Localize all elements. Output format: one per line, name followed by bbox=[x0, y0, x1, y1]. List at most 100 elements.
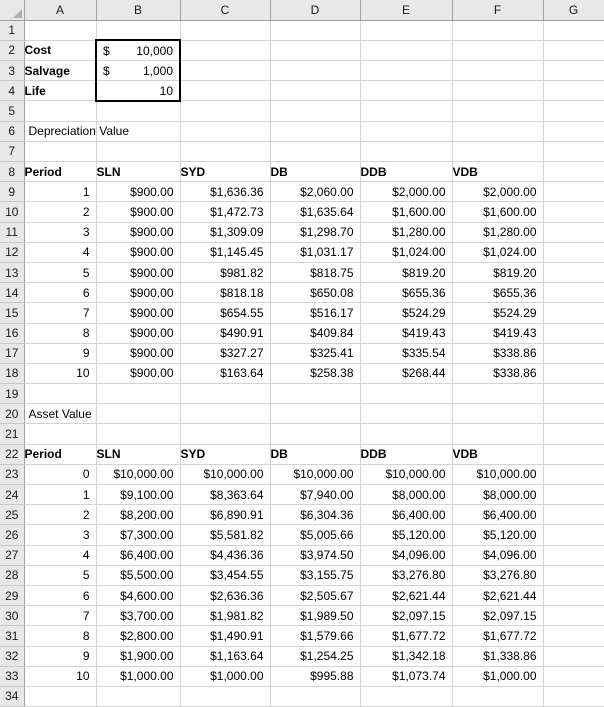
cell-A26[interactable]: 3 bbox=[24, 524, 97, 546]
cell-F3[interactable] bbox=[452, 60, 544, 82]
row-header-2[interactable]: 2 bbox=[0, 40, 25, 62]
cell-F20[interactable] bbox=[452, 403, 544, 425]
cell-D6[interactable] bbox=[270, 121, 361, 142]
cell-E17[interactable]: $335.54 bbox=[360, 343, 453, 364]
cell-A23[interactable]: 0 bbox=[24, 464, 97, 486]
column-header-a[interactable]: A bbox=[24, 0, 97, 21]
cell-E27[interactable]: $4,096.00 bbox=[360, 545, 453, 566]
cell-C12[interactable]: $1,145.45 bbox=[180, 242, 271, 263]
cell-G3[interactable] bbox=[543, 60, 604, 82]
cell-E32[interactable]: $1,342.18 bbox=[360, 646, 453, 667]
cell-C6[interactable] bbox=[180, 121, 271, 142]
cell-G16[interactable] bbox=[543, 323, 604, 344]
cell-E15[interactable]: $524.29 bbox=[360, 302, 453, 324]
cell-F21[interactable] bbox=[452, 423, 544, 445]
cell-G32[interactable] bbox=[543, 646, 604, 667]
cell-C1[interactable] bbox=[180, 20, 271, 41]
cell-B29[interactable]: $4,600.00 bbox=[96, 585, 181, 607]
cell-G10[interactable] bbox=[543, 201, 604, 223]
cell-G34[interactable] bbox=[543, 686, 604, 707]
cell-B12[interactable]: $900.00 bbox=[96, 242, 181, 263]
cell-B15[interactable]: $900.00 bbox=[96, 302, 181, 324]
row-header-8[interactable]: 8 bbox=[0, 161, 25, 183]
cell-B28[interactable]: $5,500.00 bbox=[96, 565, 181, 586]
cell-E19[interactable] bbox=[360, 383, 453, 405]
cell-A21[interactable] bbox=[24, 423, 97, 445]
cell-C31[interactable]: $1,490.91 bbox=[180, 625, 271, 647]
row-header-18[interactable]: 18 bbox=[0, 363, 25, 385]
cell-C16[interactable]: $490.91 bbox=[180, 323, 271, 344]
cell-C10[interactable]: $1,472.73 bbox=[180, 201, 271, 223]
row-header-14[interactable]: 14 bbox=[0, 282, 25, 304]
cell-D11[interactable]: $1,298.70 bbox=[270, 222, 361, 243]
cell-C34[interactable] bbox=[180, 686, 271, 707]
cell-F16[interactable]: $419.43 bbox=[452, 323, 544, 344]
cell-G6[interactable] bbox=[543, 121, 604, 142]
cell-G12[interactable] bbox=[543, 242, 604, 263]
cell-E34[interactable] bbox=[360, 686, 453, 707]
cell-A14[interactable]: 6 bbox=[24, 282, 97, 304]
cell-G2[interactable] bbox=[543, 40, 604, 62]
cell-F11[interactable]: $1,280.00 bbox=[452, 222, 544, 243]
cell-C30[interactable]: $1,981.82 bbox=[180, 605, 271, 627]
cell-G5[interactable] bbox=[543, 100, 604, 122]
cell-B26[interactable]: $7,300.00 bbox=[96, 524, 181, 546]
cell-D34[interactable] bbox=[270, 686, 361, 707]
cell-G17[interactable] bbox=[543, 343, 604, 364]
cell-G11[interactable] bbox=[543, 222, 604, 243]
row-header-5[interactable]: 5 bbox=[0, 100, 25, 122]
cell-F15[interactable]: $524.29 bbox=[452, 302, 544, 324]
cell-B16[interactable]: $900.00 bbox=[96, 323, 181, 344]
cell-A13[interactable]: 5 bbox=[24, 262, 97, 284]
row-header-30[interactable]: 30 bbox=[0, 605, 25, 627]
cell-C23[interactable]: $10,000.00 bbox=[180, 464, 271, 486]
cell-G31[interactable] bbox=[543, 625, 604, 647]
cell-E2[interactable] bbox=[360, 40, 453, 62]
cell-B17[interactable]: $900.00 bbox=[96, 343, 181, 364]
cell-G28[interactable] bbox=[543, 565, 604, 586]
cell-B25[interactable]: $8,200.00 bbox=[96, 504, 181, 526]
cell-D12[interactable]: $1,031.17 bbox=[270, 242, 361, 263]
cell-G24[interactable] bbox=[543, 484, 604, 506]
row-header-29[interactable]: 29 bbox=[0, 585, 25, 607]
cell-F5[interactable] bbox=[452, 100, 544, 122]
cell-F13[interactable]: $819.20 bbox=[452, 262, 544, 284]
cell-G1[interactable] bbox=[543, 20, 604, 41]
cell-E9[interactable]: $2,000.00 bbox=[360, 181, 453, 203]
cell-D3[interactable] bbox=[270, 60, 361, 82]
cell-F34[interactable] bbox=[452, 686, 544, 707]
row-header-25[interactable]: 25 bbox=[0, 504, 25, 526]
cell-C29[interactable]: $2,636.36 bbox=[180, 585, 271, 607]
cell-D14[interactable]: $650.08 bbox=[270, 282, 361, 304]
cell-B7[interactable] bbox=[96, 141, 181, 163]
column-header-c[interactable]: C bbox=[180, 0, 271, 21]
cell-A32[interactable]: 9 bbox=[24, 646, 97, 667]
cell-A22[interactable]: Period bbox=[24, 444, 97, 465]
cell-D18[interactable]: $258.38 bbox=[270, 363, 361, 385]
cell-D10[interactable]: $1,635.64 bbox=[270, 201, 361, 223]
cell-D24[interactable]: $7,940.00 bbox=[270, 484, 361, 506]
cell-C33[interactable]: $1,000.00 bbox=[180, 666, 271, 687]
cell-D23[interactable]: $10,000.00 bbox=[270, 464, 361, 486]
row-header-6[interactable]: 6 bbox=[0, 121, 25, 142]
cell-E13[interactable]: $819.20 bbox=[360, 262, 453, 284]
cell-D15[interactable]: $516.17 bbox=[270, 302, 361, 324]
cell-F18[interactable]: $338.86 bbox=[452, 363, 544, 385]
cell-C25[interactable]: $6,890.91 bbox=[180, 504, 271, 526]
row-header-1[interactable]: 1 bbox=[0, 20, 25, 41]
cell-B22[interactable]: SLN bbox=[96, 444, 181, 465]
cell-E21[interactable] bbox=[360, 423, 453, 445]
cell-D9[interactable]: $2,060.00 bbox=[270, 181, 361, 203]
row-header-11[interactable]: 11 bbox=[0, 222, 25, 243]
cell-F31[interactable]: $1,677.72 bbox=[452, 625, 544, 647]
cell-C27[interactable]: $4,436.36 bbox=[180, 545, 271, 566]
cell-B1[interactable] bbox=[96, 20, 181, 41]
cell-A10[interactable]: 2 bbox=[24, 201, 97, 223]
cell-C5[interactable] bbox=[180, 100, 271, 122]
cell-D22[interactable]: DB bbox=[270, 444, 361, 465]
cell-C3[interactable] bbox=[180, 60, 271, 82]
cell-D1[interactable] bbox=[270, 20, 361, 41]
cell-A3[interactable]: Salvage bbox=[24, 60, 97, 82]
cell-A1[interactable] bbox=[24, 20, 97, 41]
cell-E26[interactable]: $5,120.00 bbox=[360, 524, 453, 546]
